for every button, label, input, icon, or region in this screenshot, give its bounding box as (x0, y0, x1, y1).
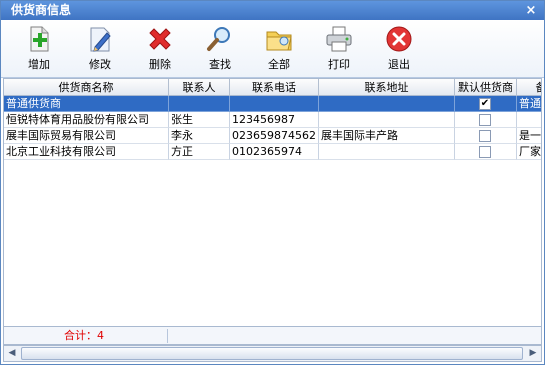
all-button[interactable]: 全部 (257, 22, 301, 76)
column-header-address[interactable]: 联系地址 (319, 79, 455, 96)
cell-address (319, 144, 455, 160)
all-label: 全部 (268, 58, 290, 71)
scroll-right-button[interactable]: ▶ (525, 346, 541, 361)
table-row[interactable]: 北京工业科技有限公司 方正 0102365974 厂家直 (4, 144, 541, 160)
cell-default (455, 144, 517, 160)
title-bar: 供货商信息 × (1, 1, 544, 20)
search-button[interactable]: 查找 (198, 22, 242, 76)
table-row[interactable]: 恒锐特体育用品股份有限公司 张生 123456987 (4, 112, 541, 128)
default-checkbox[interactable] (479, 130, 491, 142)
delete-icon (149, 28, 171, 50)
exit-label: 退出 (388, 58, 410, 71)
cell-phone: 123456987 (230, 112, 319, 128)
column-header-contact[interactable]: 联系人 (169, 79, 230, 96)
column-header-note[interactable]: 备注 (517, 79, 542, 96)
cell-name: 恒锐特体育用品股份有限公司 (4, 112, 169, 128)
print-button[interactable]: 打印 (317, 22, 361, 76)
cell-phone: 0102365974 (230, 144, 319, 160)
column-header-name[interactable]: 供货商名称 (4, 79, 169, 96)
default-checkbox[interactable] (479, 114, 491, 126)
cell-address (319, 112, 455, 128)
cell-note: 是一家 (517, 128, 541, 144)
cell-default: ✔ (455, 96, 517, 112)
cell-contact: 张生 (169, 112, 230, 128)
total-count: 合计：4 (64, 329, 104, 342)
add-button[interactable]: 增加 (17, 22, 61, 76)
cell-name: 北京工业科技有限公司 (4, 144, 169, 160)
search-label: 查找 (209, 58, 231, 71)
cell-phone: 023659874562 (230, 128, 319, 144)
delete-button[interactable]: 删除 (138, 22, 182, 76)
cell-name: 展丰国际贸易有限公司 (4, 128, 169, 144)
print-label: 打印 (328, 58, 350, 71)
cell-contact: 方正 (169, 144, 230, 160)
window-title: 供货商信息 (11, 3, 72, 17)
edit-icon (90, 27, 111, 52)
delete-label: 删除 (149, 58, 171, 71)
default-checkbox[interactable] (479, 146, 491, 158)
exit-button[interactable]: 退出 (377, 22, 421, 76)
cell-contact (169, 96, 230, 112)
cell-name: 普通供货商 (4, 96, 169, 112)
cell-default (455, 112, 517, 128)
column-header-phone[interactable]: 联系电话 (230, 79, 319, 96)
column-header-default[interactable]: 默认供货商 (455, 79, 517, 96)
supplier-window: 供货商信息 × 增加 修改 删除 查找 全部 打印 退出 供货商名称 联系人 联… (0, 0, 545, 365)
edit-button[interactable]: 修改 (78, 22, 122, 76)
search-icon (207, 27, 230, 51)
horizontal-scrollbar[interactable]: ◀ ▶ (3, 345, 542, 362)
supplier-table[interactable]: 供货商名称 联系人 联系电话 联系地址 默认供货商 备注 普通供货商 ✔ 普通供… (3, 78, 542, 327)
folder-icon (266, 31, 292, 51)
cell-default (455, 128, 517, 144)
scroll-left-button[interactable]: ◀ (4, 346, 20, 361)
cell-note (517, 112, 541, 128)
edit-label: 修改 (89, 58, 111, 71)
table-row[interactable]: 普通供货商 ✔ 普通供货商 (4, 96, 541, 112)
printer-icon (326, 26, 352, 52)
exit-icon (386, 26, 412, 52)
cell-note: 普通供货商 (517, 96, 541, 112)
summary-footer: 合计：4 (3, 327, 542, 345)
scroll-thumb[interactable] (21, 347, 523, 360)
table-row[interactable]: 展丰国际贸易有限公司 李永 023659874562 展丰国际丰产路 是一家 (4, 128, 541, 144)
cell-note: 厂家直 (517, 144, 541, 160)
add-label: 增加 (28, 58, 50, 71)
cell-address: 展丰国际丰产路 (319, 128, 455, 144)
default-checkbox[interactable]: ✔ (479, 98, 491, 110)
footer-divider (167, 329, 168, 343)
close-button[interactable]: × (524, 1, 538, 20)
toolbar: 增加 修改 删除 查找 全部 打印 退出 (1, 20, 544, 78)
cell-phone (230, 96, 319, 112)
cell-address (319, 96, 455, 112)
add-icon (30, 26, 49, 52)
cell-contact: 李永 (169, 128, 230, 144)
table-header: 供货商名称 联系人 联系电话 联系地址 默认供货商 备注 (4, 79, 542, 96)
